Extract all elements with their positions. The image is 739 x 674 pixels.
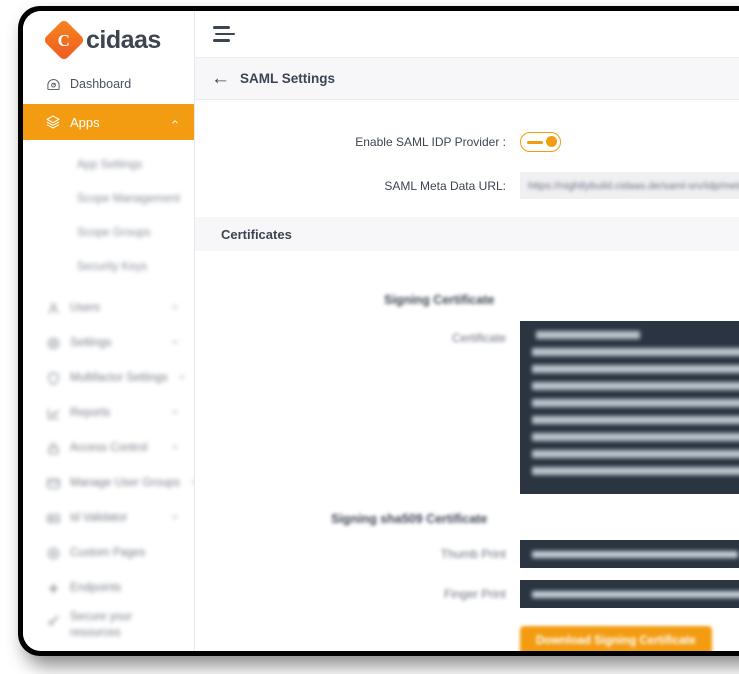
sidebar-item-label: Multifactor Settings	[70, 372, 168, 384]
sidebar-subitem-scope-management[interactable]: Scope Management	[23, 182, 194, 216]
hamburger-icon[interactable]	[213, 26, 235, 42]
certificate-label: Certificate	[451, 331, 506, 345]
chevron-down-icon[interactable]	[170, 442, 180, 455]
thumb-print-field[interactable]: 3E33D6F3D93B3C7C8F9E9BLAF3F9E29BD42A9669	[520, 540, 739, 568]
thumb-print-blur	[532, 550, 738, 558]
gear-icon	[45, 335, 61, 351]
sidebar-item-users[interactable]: Users	[23, 293, 194, 323]
thumb-print-label: Thumb Print	[440, 547, 506, 561]
sidebar-subitem-label: App Settings	[77, 159, 143, 171]
key-icon	[45, 612, 61, 628]
logo-glyph: C	[57, 30, 71, 50]
sidebar-subitem-app-settings[interactable]: App Settings	[23, 148, 194, 182]
sidebar-item-apps[interactable]: Apps	[23, 104, 194, 140]
enable-saml-row: Enable SAML IDP Provider :	[195, 132, 739, 152]
certificate-line	[532, 399, 739, 407]
certificate-line	[532, 467, 739, 475]
finger-print-label: Finger Print	[443, 587, 506, 601]
logo-wordmark: cidaas	[86, 25, 161, 54]
signing-certificate-heading: Signing Certificate	[384, 293, 495, 307]
shield-icon	[45, 370, 61, 386]
sidebar-item-reports[interactable]: Reports	[23, 398, 194, 428]
chevron-down-icon[interactable]	[177, 372, 187, 385]
sidebar-item-label: Dashboard	[70, 77, 132, 91]
sidebar-item-endpoints[interactable]: Endpoints	[23, 573, 194, 603]
certificate-row: Certificate -----BEGIN CERTIFICATE----- …	[195, 321, 739, 494]
sidebar-item-access-control[interactable]: Access Control	[23, 433, 194, 463]
thumb-print-row: Thumb Print 3E33D6F3D93B3C7C8F9E9BLAF3F9…	[195, 540, 739, 568]
chevron-down-icon[interactable]	[170, 337, 180, 350]
finger-print-blur	[532, 590, 739, 598]
sidebar-item-custom-pages[interactable]: Custom Pages	[23, 538, 194, 568]
sidebar-item-manage-user-groups[interactable]: Manage User Groups	[23, 468, 194, 498]
sidebar-subitem-label: Scope Groups	[77, 227, 151, 239]
download-signing-certificate-button[interactable]: Download Signing Certificate	[520, 626, 712, 651]
settings-form: Enable SAML IDP Provider : SAML Meta Dat…	[195, 132, 739, 651]
page-icon	[45, 545, 61, 561]
sidebar-item-label: Access Control	[70, 442, 148, 454]
app-screen: C cidaas Dashboard Apps App Settings Sco…	[23, 11, 739, 651]
certificate-line	[532, 450, 739, 458]
main-content: ← SAML Settings Enable SAML IDP Provider…	[195, 11, 739, 651]
sidebar-item-multifactor-settings[interactable]: Multifactor Settings	[23, 363, 194, 393]
endpoint-icon	[45, 580, 61, 596]
sidebar-item-id-validator[interactable]: Id Validator	[23, 503, 194, 533]
arrow-left-icon[interactable]: ←	[211, 69, 230, 88]
sidebar-item-dashboard[interactable]: Dashboard	[23, 69, 194, 99]
user-icon	[45, 300, 61, 316]
finger-print-row: Finger Print 3E:33:8B:F5:28:9B:3E:7C:8F:…	[195, 580, 739, 608]
page-title: SAML Settings	[240, 71, 336, 86]
page-header: ← SAML Settings	[195, 58, 739, 100]
brand-logo[interactable]: C cidaas	[23, 11, 194, 69]
sidebar-item-label: Reports	[70, 407, 111, 419]
signing-sha509-heading: Signing sha509 Certificate	[331, 512, 488, 526]
certificate-line	[532, 348, 739, 356]
meta-url-input[interactable]: https://nightlybuild.cidaas.de/saml-srv/…	[520, 172, 739, 199]
meta-url-label: SAML Meta Data URL:	[384, 178, 506, 193]
layers-icon	[45, 114, 61, 130]
sidebar-subitem-scope-groups[interactable]: Scope Groups	[23, 216, 194, 250]
enable-saml-label: Enable SAML IDP Provider :	[355, 135, 506, 149]
chart-icon	[45, 405, 61, 421]
cidaas-diamond-icon: C	[42, 18, 86, 62]
certificates-section-title: Certificates	[195, 217, 739, 251]
certificate-line	[532, 365, 739, 373]
sidebar-subitem-security-keys[interactable]: Security Keys	[23, 250, 194, 284]
certificate-line	[532, 433, 739, 441]
device-frame: C cidaas Dashboard Apps App Settings Sco…	[18, 6, 739, 656]
lock-icon	[45, 440, 61, 456]
sidebar-subitem-label: Security Keys	[77, 261, 148, 273]
chevron-down-icon[interactable]	[170, 302, 180, 315]
top-bar	[195, 11, 739, 58]
sidebar-item-settings[interactable]: Settings	[23, 328, 194, 358]
chevron-up-icon[interactable]	[170, 115, 180, 130]
toggle-knob	[546, 136, 557, 147]
sidebar-subitem-label: Scope Management	[77, 193, 180, 205]
gauge-icon	[45, 76, 61, 92]
sidebar-item-label: Endpoints	[70, 582, 122, 594]
finger-print-field[interactable]: 3E:33:8B:F5:28:9B:3E:7C:8F:9E:9B:1A:F3:F…	[520, 580, 739, 608]
certificate-textarea[interactable]: -----BEGIN CERTIFICATE----- MIIDdzCCAl+g…	[520, 321, 739, 494]
chevron-down-icon[interactable]	[170, 512, 180, 525]
sidebar-item-label: Users	[70, 302, 101, 314]
sidebar-item-secure-your-resources[interactable]: Secure your resources	[23, 608, 194, 648]
sidebar-item-label: Custom Pages	[70, 547, 146, 559]
meta-url-value: https://nightlybuild.cidaas.de/saml-srv/…	[528, 179, 739, 192]
toggle-track	[527, 141, 543, 144]
certificate-line	[532, 416, 739, 424]
sidebar: C cidaas Dashboard Apps App Settings Sco…	[23, 11, 195, 651]
sidebar-item-label: Settings	[70, 337, 112, 349]
meta-url-row: SAML Meta Data URL: https://nightlybuild…	[195, 172, 739, 199]
sidebar-item-label: Manage User Groups	[70, 477, 180, 489]
group-icon	[45, 475, 61, 491]
certificate-line	[532, 382, 739, 390]
sidebar-item-label: Id Validator	[70, 512, 128, 524]
enable-saml-toggle[interactable]	[520, 132, 561, 152]
id-card-icon	[45, 510, 61, 526]
sidebar-item-label: Apps	[70, 114, 100, 130]
chevron-down-icon[interactable]	[170, 407, 180, 420]
sidebar-item-label: Secure your resources	[70, 611, 133, 639]
certificate-line	[536, 331, 640, 339]
